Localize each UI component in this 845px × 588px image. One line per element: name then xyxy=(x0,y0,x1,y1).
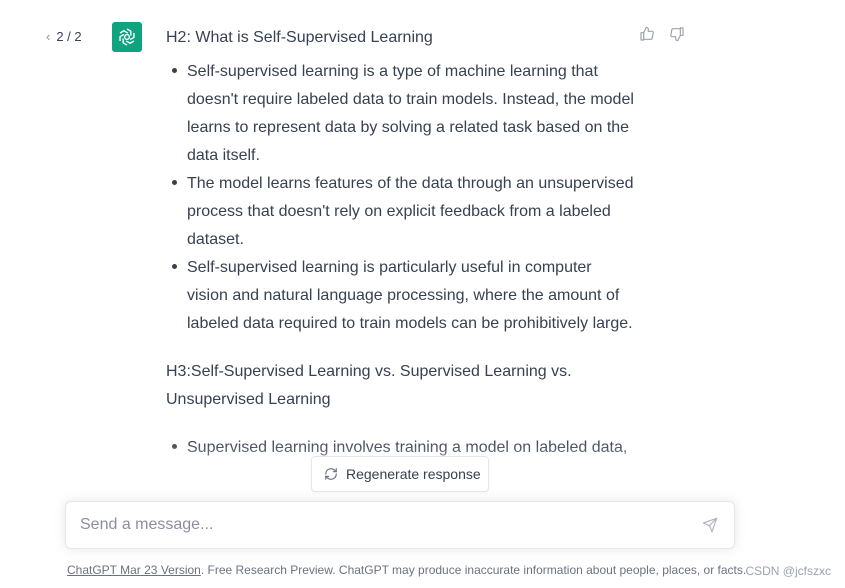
watermark: CSDN @jcfszxc xyxy=(745,564,831,578)
send-icon[interactable] xyxy=(700,515,720,535)
openai-logo-icon xyxy=(119,28,135,46)
pager-count: 2 / 2 xyxy=(56,29,82,44)
list-item: Self-supervised learning is a type of ma… xyxy=(172,58,636,170)
thumbs-up-icon[interactable] xyxy=(638,25,656,43)
version-link[interactable]: ChatGPT Mar 23 Version xyxy=(67,563,201,577)
thumbs-down-icon[interactable] xyxy=(668,25,686,43)
footer-disclaimer: ChatGPT Mar 23 Version. Free Research Pr… xyxy=(67,563,746,577)
message-heading: H2: What is Self-Supervised Learning xyxy=(166,29,433,46)
response-pager: ‹ 2 / 2 xyxy=(46,29,82,44)
list-item: Self-supervised learning is particularly… xyxy=(172,254,636,338)
regenerate-button[interactable]: Regenerate response xyxy=(311,456,489,492)
feedback-controls xyxy=(638,25,686,43)
assistant-avatar xyxy=(112,22,142,52)
refresh-icon xyxy=(325,468,337,480)
message-composer xyxy=(65,501,735,549)
regenerate-label: Regenerate response xyxy=(346,466,481,482)
assistant-message: H2: What is Self-Supervised Learning Sel… xyxy=(166,24,636,462)
disclaimer-text: . Free Research Preview. ChatGPT may pro… xyxy=(200,563,747,577)
list-item: The model learns features of the data th… xyxy=(172,170,636,254)
bullet-list: Self-supervised learning is a type of ma… xyxy=(166,58,636,338)
message-subheading: H3:Self-Supervised Learning vs. Supervis… xyxy=(166,363,572,408)
chevron-left-icon[interactable]: ‹ xyxy=(46,29,50,44)
message-input[interactable] xyxy=(80,516,700,534)
